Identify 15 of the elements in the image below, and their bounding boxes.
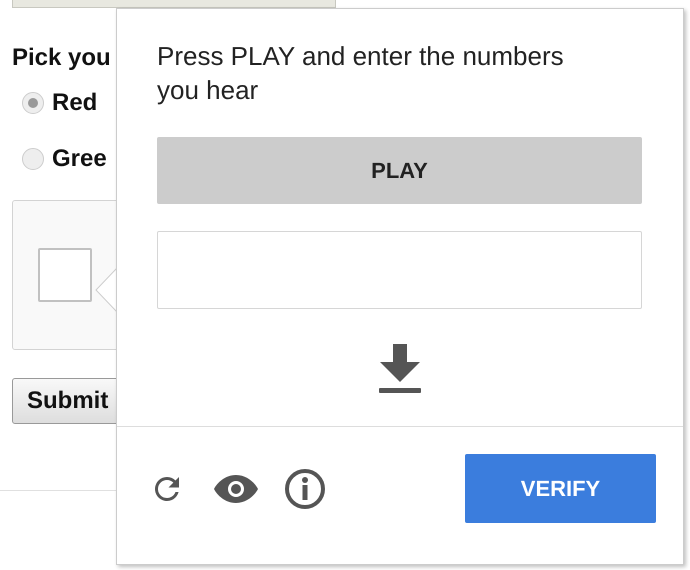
captcha-checkbox[interactable] <box>38 248 92 302</box>
download-icon[interactable] <box>377 344 423 394</box>
answer-field[interactable] <box>157 231 642 309</box>
radio-label: Gree <box>52 144 107 174</box>
radio-label: Red <box>52 88 98 118</box>
top-field[interactable] <box>12 0 336 8</box>
submit-button[interactable]: Submit <box>12 378 116 424</box>
verify-button[interactable]: VERIFY <box>465 454 656 523</box>
form-heading: Pick you <box>12 43 112 73</box>
play-button[interactable]: PLAY <box>157 137 642 204</box>
radio-button[interactable] <box>22 92 44 114</box>
info-icon[interactable] <box>284 468 326 510</box>
instruction-text: Press PLAY and enter the numbers you hear <box>157 40 565 107</box>
eye-icon[interactable] <box>213 472 259 504</box>
radio-button[interactable] <box>22 148 44 170</box>
